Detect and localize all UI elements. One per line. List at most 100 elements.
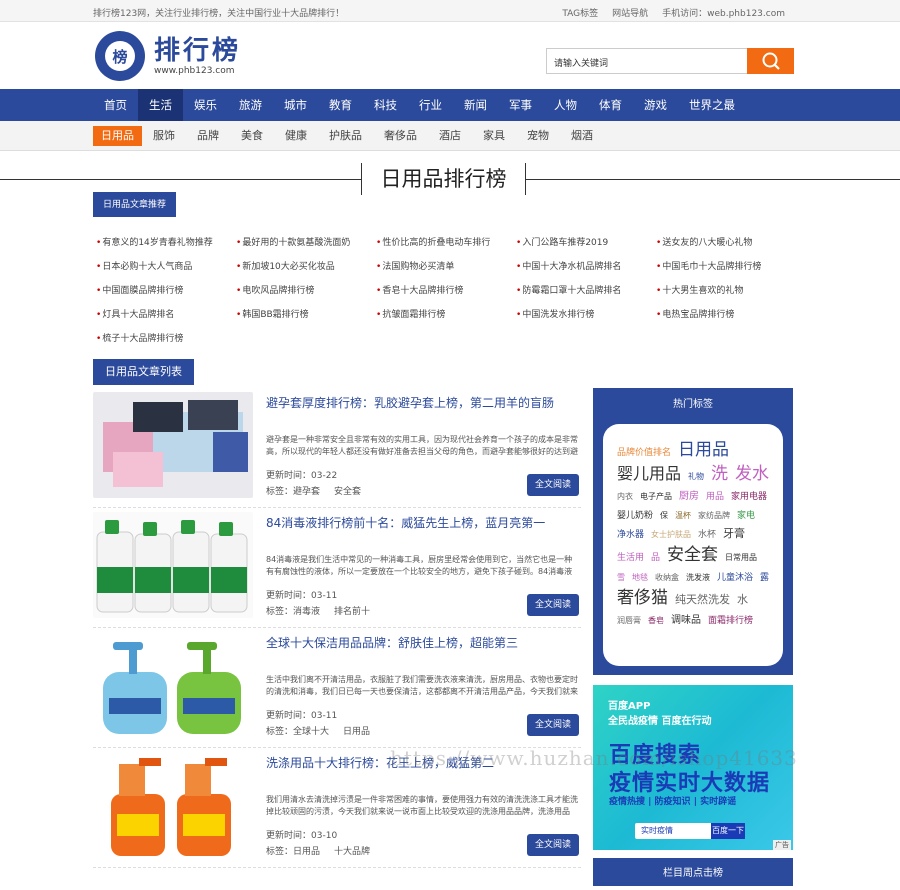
- hot-tag[interactable]: 露: [760, 570, 769, 586]
- rec-link[interactable]: •电热宝品牌排行榜: [656, 303, 796, 327]
- rec-link[interactable]: •十大男生喜欢的礼物: [656, 279, 796, 303]
- subnav-item[interactable]: 烟酒: [560, 126, 604, 146]
- nav-item[interactable]: 新闻: [453, 89, 498, 121]
- subnav-item[interactable]: 酒店: [428, 126, 472, 146]
- nav-item[interactable]: 旅游: [228, 89, 273, 121]
- hot-tag[interactable]: 水: [737, 592, 748, 608]
- hot-tag[interactable]: 洗发液: [686, 570, 710, 586]
- hot-tag[interactable]: 品牌价值排名: [617, 445, 671, 461]
- hot-tag[interactable]: 纯天然洗发: [675, 592, 730, 608]
- rec-link[interactable]: •抗皱面霜排行榜: [376, 303, 516, 327]
- article-tag[interactable]: 十大品牌: [334, 847, 370, 857]
- hot-tag[interactable]: 婴儿用品: [617, 462, 681, 486]
- hot-tag[interactable]: 女士护肤品: [651, 527, 691, 543]
- article-tag[interactable]: 日用品: [293, 847, 320, 857]
- rec-link[interactable]: •法国购物必买清单: [376, 255, 516, 279]
- rec-link[interactable]: •梳子十大品牌排行榜: [96, 327, 236, 351]
- hot-tag[interactable]: 电子产品: [640, 489, 672, 505]
- hot-tag[interactable]: 净水器: [617, 527, 644, 543]
- nav-item[interactable]: 首页: [93, 89, 138, 121]
- read-more-button[interactable]: 全文阅读: [527, 474, 579, 496]
- rec-link[interactable]: •送女友的八大暖心礼物: [656, 231, 796, 255]
- hot-tag[interactable]: 礼物: [688, 469, 704, 485]
- hot-tag[interactable]: 家纺品牌: [698, 508, 730, 524]
- rec-link[interactable]: •有意义的14岁青春礼物推荐: [96, 231, 236, 255]
- rec-link[interactable]: •韩国BB霜排行榜: [236, 303, 376, 327]
- article-tag[interactable]: 全球十大: [293, 727, 329, 737]
- hot-tag[interactable]: 调味品: [671, 613, 701, 629]
- hot-tag[interactable]: 安全套: [667, 543, 718, 567]
- hot-tag[interactable]: 雪: [617, 570, 625, 586]
- mobile-link[interactable]: 手机访问：web.phb123.com: [662, 6, 785, 19]
- hot-tag[interactable]: 收纳盒: [655, 570, 679, 586]
- nav-item[interactable]: 行业: [408, 89, 453, 121]
- rec-link[interactable]: •防霉霜口罩十大品牌排名: [516, 279, 656, 303]
- article-thumbnail[interactable]: [93, 512, 253, 618]
- hot-tag[interactable]: 品: [651, 550, 660, 566]
- hot-tag[interactable]: 用品: [706, 489, 724, 505]
- rec-link[interactable]: •入门公路车推荐2019: [516, 231, 656, 255]
- rec-link[interactable]: •中国十大净水机品牌排名: [516, 255, 656, 279]
- hot-tag[interactable]: 保: [660, 508, 668, 524]
- ad-search-box[interactable]: 实时疫情 百度一下: [635, 823, 745, 839]
- nav-item[interactable]: 人物: [543, 89, 588, 121]
- nav-item[interactable]: 世界之最: [678, 89, 746, 121]
- ad-search-button[interactable]: 百度一下: [711, 823, 745, 839]
- rec-link[interactable]: •日本必购十大人气商品: [96, 255, 236, 279]
- tag-link[interactable]: TAG标签: [562, 6, 598, 19]
- hot-tag[interactable]: 温杯: [675, 508, 691, 524]
- subnav-item[interactable]: 健康: [274, 126, 318, 146]
- hot-tag[interactable]: 香皂: [648, 613, 664, 629]
- nav-item[interactable]: 军事: [498, 89, 543, 121]
- hot-tag[interactable]: 水杯: [698, 527, 716, 543]
- hot-tag[interactable]: 日常用品: [725, 550, 757, 566]
- nav-item[interactable]: 城市: [273, 89, 318, 121]
- article-tag[interactable]: 安全套: [334, 487, 361, 497]
- article-title[interactable]: 避孕套厚度排行榜：乳胶避孕套上榜，第二用羊的盲肠: [266, 394, 554, 411]
- hot-tag[interactable]: 奢侈猫: [617, 586, 668, 610]
- rec-link[interactable]: •性价比高的折叠电动车排行: [376, 231, 516, 255]
- nav-item[interactable]: 科技: [363, 89, 408, 121]
- nav-item[interactable]: 教育: [318, 89, 363, 121]
- subnav-item[interactable]: 服饰: [142, 126, 186, 146]
- search-button[interactable]: [747, 48, 794, 74]
- rec-link[interactable]: •电吹风品牌排行榜: [236, 279, 376, 303]
- subnav-item[interactable]: 宠物: [516, 126, 560, 146]
- subnav-item[interactable]: 护肤品: [318, 126, 373, 146]
- hot-tag[interactable]: 日用品: [678, 438, 729, 462]
- read-more-button[interactable]: 全文阅读: [527, 834, 579, 856]
- subnav-item[interactable]: 美食: [230, 126, 274, 146]
- hot-tag[interactable]: 婴儿奶粉: [617, 508, 653, 524]
- hot-tag[interactable]: 家电: [737, 508, 755, 524]
- hot-tag[interactable]: 生活用: [617, 550, 644, 566]
- article-tag[interactable]: 日用品: [343, 727, 370, 737]
- search-input[interactable]: 请输入关键词: [546, 48, 747, 74]
- nav-item[interactable]: 生活: [138, 89, 183, 121]
- hot-tag[interactable]: 内衣: [617, 489, 633, 505]
- rec-link[interactable]: •灯具十大品牌排名: [96, 303, 236, 327]
- article-title[interactable]: 全球十大保洁用品品牌：舒肤佳上榜，超能第三: [266, 634, 518, 651]
- site-logo[interactable]: 榜 排行榜 www.phb123.com: [95, 31, 241, 81]
- subnav-item[interactable]: 日用品: [93, 126, 142, 146]
- rec-link[interactable]: •最好用的十款氨基酸洗面奶: [236, 231, 376, 255]
- hot-tag[interactable]: 厨房: [679, 489, 699, 505]
- hot-tag[interactable]: 地毯: [632, 570, 648, 586]
- rec-link[interactable]: •中国毛巾十大品牌排行榜: [656, 255, 796, 279]
- hot-tag[interactable]: 润唇膏: [617, 613, 641, 629]
- read-more-button[interactable]: 全文阅读: [527, 594, 579, 616]
- hot-tag[interactable]: 家用电器: [731, 489, 767, 505]
- article-thumbnail[interactable]: [93, 752, 253, 858]
- hot-tag[interactable]: 牙膏: [723, 526, 745, 542]
- rec-link[interactable]: •香皂十大品牌排行榜: [376, 279, 516, 303]
- nav-item[interactable]: 娱乐: [183, 89, 228, 121]
- subnav-item[interactable]: 家具: [472, 126, 516, 146]
- rec-link[interactable]: •中国洗发水排行榜: [516, 303, 656, 327]
- hot-tag[interactable]: 洗: [711, 462, 728, 486]
- article-tag[interactable]: 消毒液: [293, 607, 320, 617]
- hot-tag[interactable]: 发水: [735, 462, 769, 486]
- article-thumbnail[interactable]: [93, 392, 253, 498]
- site-nav-link[interactable]: 网站导航: [612, 6, 648, 19]
- nav-item[interactable]: 游戏: [633, 89, 678, 121]
- read-more-button[interactable]: 全文阅读: [527, 714, 579, 736]
- subnav-item[interactable]: 奢侈品: [373, 126, 428, 146]
